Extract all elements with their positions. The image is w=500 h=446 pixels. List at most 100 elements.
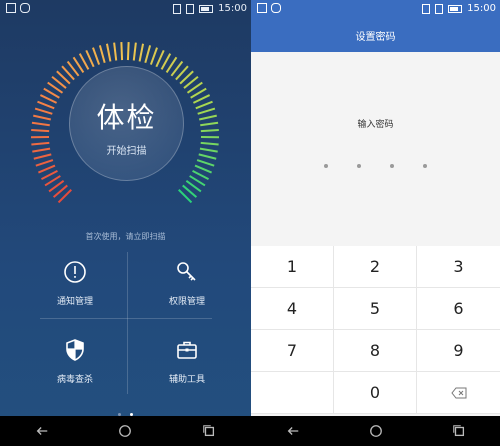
digit-label: 7 [286, 341, 298, 360]
digit-label: 4 [286, 299, 298, 318]
gauge-tick [31, 128, 50, 133]
status-bar: 15:00 [0, 0, 251, 18]
gauge-tick [138, 43, 145, 62]
shield-icon [66, 339, 84, 361]
feature-virus-scan[interactable]: 病毒查杀 [20, 332, 130, 392]
gauge-tick [38, 164, 56, 174]
digit-key-9[interactable]: 9 [417, 330, 500, 372]
gauge-tick [192, 169, 209, 180]
gauge-tick [105, 43, 112, 62]
gauge-tick [120, 42, 124, 61]
gauge-tick [198, 114, 217, 121]
nav-bar [0, 416, 251, 446]
gauge-tick [144, 45, 152, 64]
digit-key-2[interactable]: 2 [334, 246, 417, 288]
gauge-tick [149, 47, 158, 65]
gauge-tick [32, 147, 51, 153]
gauge-tick [39, 94, 58, 104]
scan-title: 体检 [96, 101, 157, 134]
digit-key-7[interactable]: 7 [251, 330, 334, 372]
gauge-tick [200, 121, 219, 127]
battery-icon [199, 4, 214, 13]
gauge-tick [35, 159, 54, 167]
grid-divider-horizontal [40, 318, 212, 319]
password-dot [390, 164, 395, 168]
digit-label: 0 [369, 383, 381, 402]
feature-grid: 通知管理 权限管理 病毒查杀 辅助工具 [0, 252, 251, 402]
digit-key-6[interactable]: 6 [417, 288, 500, 330]
digit-key-0[interactable]: 0 [334, 372, 417, 414]
number-keypad: 1 2 3 4 5 6 7 8 9 0 [251, 246, 500, 414]
start-scan-button[interactable]: 体检 开始扫描 [69, 66, 184, 181]
status-bar: 15:00 [251, 0, 500, 18]
digit-key-3[interactable]: 3 [417, 246, 500, 288]
digit-label: 9 [453, 341, 464, 360]
gauge-tick [199, 147, 218, 153]
digit-label: 1 [286, 257, 298, 276]
gauge-tick [194, 164, 212, 174]
scan-subtitle: 开始扫描 [106, 146, 147, 157]
scan-hint: 首次使用，请立即扫描 [85, 232, 166, 241]
cloud-icon [20, 3, 30, 13]
digit-key-1[interactable]: 1 [251, 246, 334, 288]
gauge-tick [196, 159, 215, 167]
screenshot-stage: 15:00 体检 开始扫描 首次使用，请立即扫描 通知管理 权限管理 病毒查杀 … [0, 0, 500, 446]
key-icon [177, 262, 196, 281]
gauge-tick [98, 45, 106, 64]
password-prompt: 输入密码 [357, 120, 394, 130]
gauge-tick [132, 42, 137, 61]
gauge-tick [34, 107, 53, 115]
password-dot [423, 164, 428, 168]
gauge-tick [197, 107, 216, 115]
gauge-tick [92, 47, 101, 65]
gauge-tick [195, 100, 213, 110]
status-time: 15:00 [218, 3, 247, 14]
gauge-tick [200, 128, 219, 133]
nav-bar [251, 416, 500, 446]
gauge-tick [31, 121, 50, 127]
signal-icon [186, 3, 195, 14]
feature-notification[interactable]: 通知管理 [20, 254, 130, 314]
password-dot [323, 164, 328, 168]
feature-tools[interactable]: 辅助工具 [132, 332, 242, 392]
gauge-tick [33, 153, 52, 160]
battery-icon [448, 4, 463, 13]
gauge-tick [192, 94, 211, 104]
digit-key-5[interactable]: 5 [334, 288, 417, 330]
feature-notification-label: 通知管理 [56, 297, 93, 307]
gauge-tick [113, 42, 118, 61]
screenshot-icon [6, 3, 16, 13]
set-password-screen: 15:00 设置密码 输入密码 1 2 3 4 5 6 7 8 9 0 [251, 0, 500, 446]
digit-key-4[interactable]: 4 [251, 288, 334, 330]
digit-key-8[interactable]: 8 [334, 330, 417, 372]
home-icon[interactable] [369, 424, 383, 438]
digit-label: 6 [453, 299, 464, 318]
feature-tools-label: 辅助工具 [168, 375, 205, 385]
home-icon[interactable] [118, 424, 132, 438]
back-icon[interactable] [286, 424, 300, 438]
recent-apps-icon[interactable] [202, 424, 216, 438]
status-right-icons: 15:00 [173, 3, 247, 14]
digit-label: 8 [369, 341, 381, 360]
password-dots [251, 153, 500, 172]
toolbox-icon [177, 341, 197, 359]
cloud-icon [271, 3, 281, 13]
status-left-icons [6, 3, 30, 13]
phone-manager-screen: 15:00 体检 开始扫描 首次使用，请立即扫描 通知管理 权限管理 病毒查杀 … [0, 0, 251, 446]
sim-icon [422, 3, 431, 14]
recent-apps-icon[interactable] [452, 424, 466, 438]
back-icon[interactable] [35, 424, 49, 438]
gauge-tick [198, 153, 217, 160]
backspace-key[interactable] [417, 372, 500, 414]
sim-icon [173, 3, 182, 14]
title-bar: 15:00 设置密码 [251, 0, 500, 52]
digit-label: 2 [369, 257, 381, 276]
status-time: 15:00 [467, 3, 496, 14]
gauge-tick [41, 169, 58, 180]
backspace-icon [450, 387, 466, 398]
gauge-tick [155, 49, 165, 68]
feature-permission-label: 权限管理 [168, 297, 205, 307]
feature-permission[interactable]: 权限管理 [132, 254, 242, 314]
digit-label: 5 [369, 299, 381, 318]
gauge-tick [126, 42, 130, 61]
